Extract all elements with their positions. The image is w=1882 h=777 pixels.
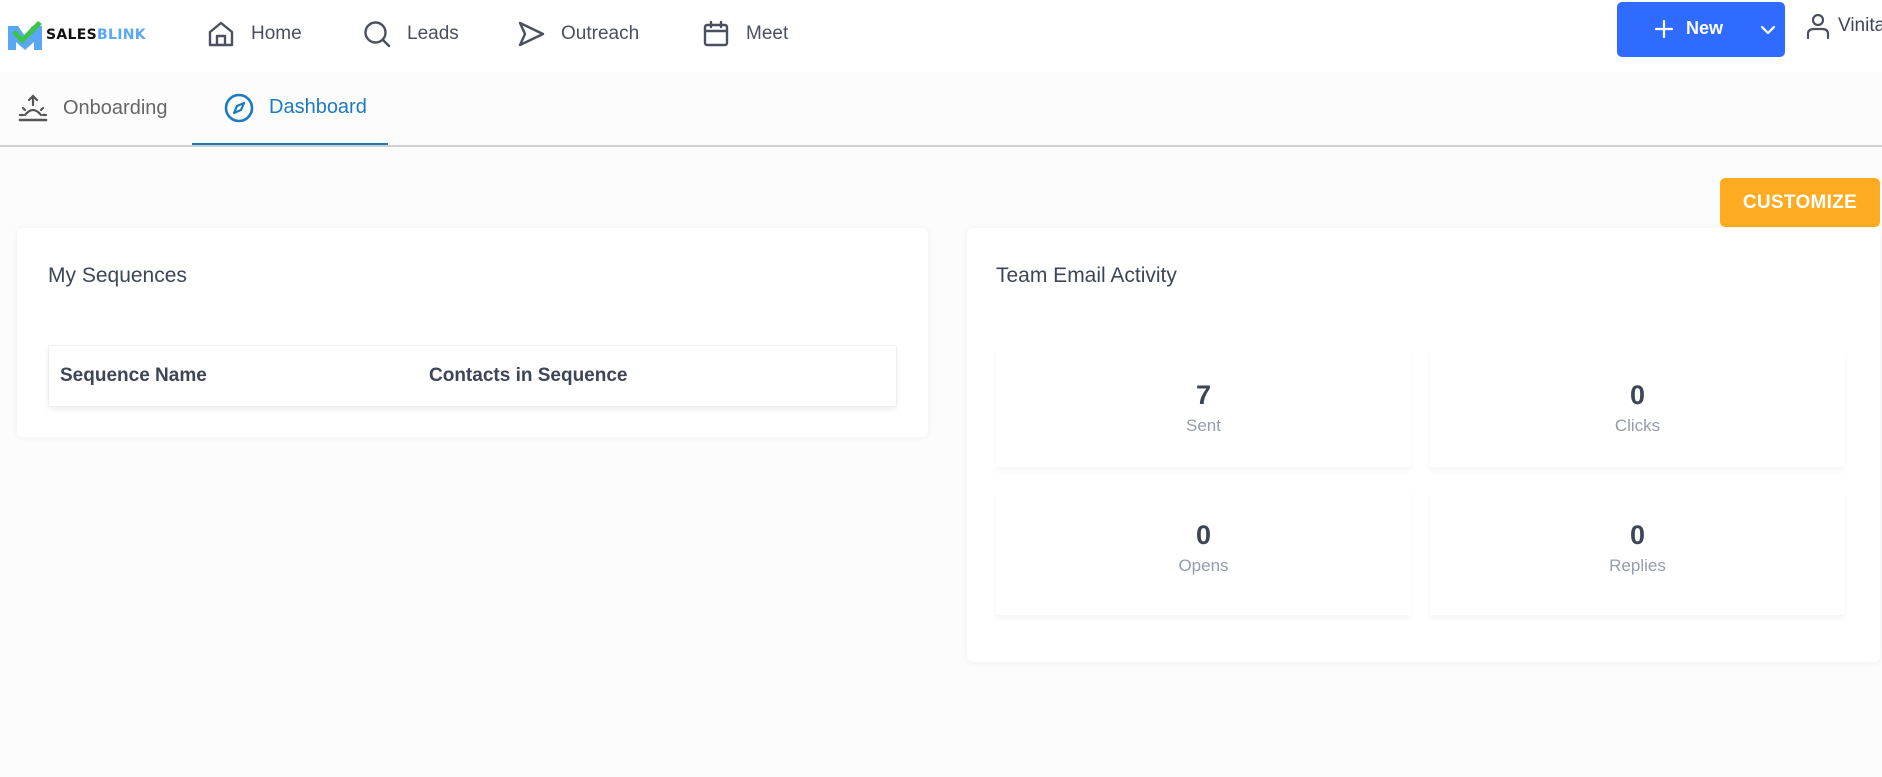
stat-tile-replies: 0 Replies xyxy=(1430,490,1845,615)
new-button[interactable]: New xyxy=(1617,2,1785,57)
stat-label: Replies xyxy=(1609,556,1666,575)
stat-label: Clicks xyxy=(1614,416,1661,435)
user-menu[interactable]: Vinita xyxy=(1806,12,1882,40)
stat-value: 0 xyxy=(1629,380,1646,410)
stat-tile-opens: 0 Opens xyxy=(996,490,1411,615)
tab-onboarding[interactable]: Onboarding xyxy=(17,72,168,145)
nav-meet[interactable]: Meet xyxy=(702,18,788,50)
stat-value: 7 xyxy=(1195,380,1212,410)
nav-leads-label: Leads xyxy=(407,23,459,44)
team-email-activity-title: Team Email Activity xyxy=(996,264,1177,287)
stat-tile-clicks: 0 Clicks xyxy=(1430,350,1845,467)
sequences-table: Sequence Name Contacts in Sequence xyxy=(48,345,897,407)
plus-icon xyxy=(1654,19,1674,39)
tab-dashboard-label: Dashboard xyxy=(269,96,367,118)
my-sequences-title: My Sequences xyxy=(48,264,187,287)
team-email-activity-card: Team Email Activity 7 Sent 0 Clicks 0 Op… xyxy=(967,228,1880,662)
column-header-contacts-in-sequence[interactable]: Contacts in Sequence xyxy=(429,365,628,387)
top-navbar: SALESBLINK Home Leads Outreach Meet New … xyxy=(0,0,1882,72)
nav-home[interactable]: Home xyxy=(207,18,302,50)
nav-leads[interactable]: Leads xyxy=(363,18,459,50)
user-name: Vinita xyxy=(1838,15,1882,36)
stat-label: Sent xyxy=(1186,416,1221,435)
tab-dashboard[interactable]: Dashboard xyxy=(192,72,388,145)
stat-label: Opens xyxy=(1178,556,1229,575)
nav-meet-label: Meet xyxy=(746,23,789,44)
nav-outreach-label: Outreach xyxy=(561,23,640,44)
home-icon xyxy=(208,21,234,47)
chevron-down-icon[interactable] xyxy=(1759,23,1777,37)
tab-bar: Onboarding Dashboard xyxy=(0,72,1882,147)
column-header-sequence-name[interactable]: Sequence Name xyxy=(60,365,207,387)
logo-mark-icon xyxy=(8,21,42,50)
nav-home-label: Home xyxy=(251,23,302,44)
stat-tile-sent: 7 Sent xyxy=(996,350,1411,467)
customize-button[interactable]: CUSTOMIZE xyxy=(1720,178,1880,227)
calendar-icon xyxy=(703,20,729,47)
user-icon xyxy=(1806,13,1830,40)
new-button-label: New xyxy=(1686,18,1724,38)
stat-value: 0 xyxy=(1629,520,1646,550)
my-sequences-card: My Sequences Sequence Name Contacts in S… xyxy=(17,228,928,437)
send-icon xyxy=(518,21,545,47)
table-header-row: Sequence Name Contacts in Sequence xyxy=(51,348,894,404)
tab-onboarding-label: Onboarding xyxy=(63,97,168,119)
salesblink-logo[interactable]: SALESBLINK xyxy=(8,18,146,52)
stat-value: 0 xyxy=(1195,520,1212,550)
logo-text: SALESBLINK xyxy=(46,27,146,43)
search-icon xyxy=(364,21,391,48)
compass-icon xyxy=(224,93,254,122)
nav-outreach[interactable]: Outreach xyxy=(517,18,639,50)
sunrise-icon xyxy=(18,93,48,121)
